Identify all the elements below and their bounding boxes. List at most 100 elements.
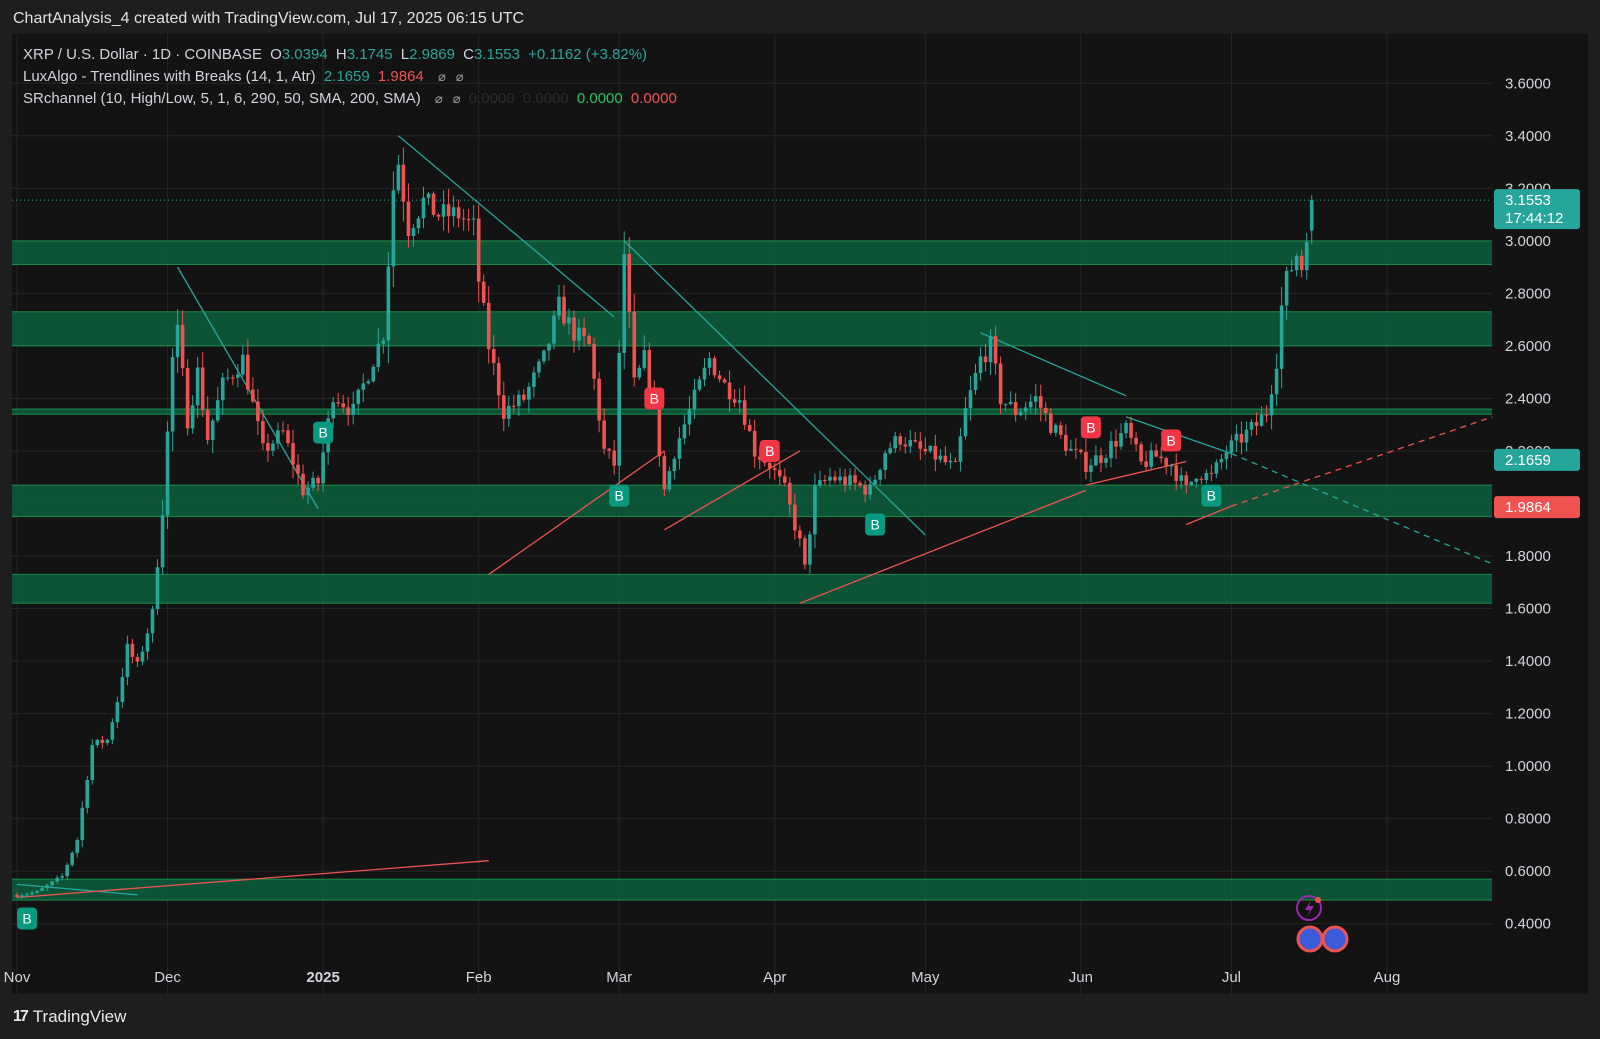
candle-body [963, 408, 968, 437]
candle-body [1023, 407, 1028, 412]
candle-body [1099, 455, 1103, 463]
candle-body [788, 482, 792, 505]
candle-body [195, 367, 200, 406]
candle-body [722, 379, 727, 383]
candle-body [677, 438, 682, 459]
break-marker-label: B [1207, 488, 1216, 504]
break-marker-7[interactable]: B [1161, 429, 1182, 452]
hide-icon-2[interactable]: ⌀ [456, 69, 464, 84]
candle-body [356, 389, 361, 404]
price-tick-label: 2.6000 [1505, 338, 1551, 355]
break-marker-6[interactable]: B [1080, 416, 1101, 439]
last-price-label[interactable]: 3.155317:44:12 [1494, 189, 1580, 230]
candle-28[interactable] [155, 559, 160, 615]
candle-body [1159, 456, 1163, 459]
indicator-2-value-4: 0.0000 [630, 90, 677, 107]
candle-11[interactable] [70, 851, 75, 868]
sr-zone-fill [12, 879, 1492, 901]
candle-body [547, 343, 551, 351]
legend-symbol: XRP / U.S. Dollar · 1D · COINBASE [23, 46, 262, 63]
candle-30[interactable] [165, 421, 170, 530]
candle-71[interactable] [371, 364, 376, 383]
candle-body [667, 470, 672, 490]
candle-body [80, 807, 85, 841]
candle-body [1059, 425, 1063, 435]
candle-body [225, 377, 230, 379]
tradingview-logo-icon: 17 [13, 1008, 29, 1025]
candle-body [747, 424, 752, 431]
candle-body [251, 389, 255, 402]
candle-body [140, 651, 145, 662]
candle-body [416, 218, 421, 229]
break-marker-3[interactable]: B [644, 387, 665, 410]
legend-open: 3.0394 [281, 46, 328, 63]
notification-dot-icon [1315, 897, 1321, 903]
candle-34[interactable] [185, 359, 190, 436]
candle-body [898, 436, 903, 445]
us-flag-event-icon-2[interactable] [1321, 925, 1349, 953]
hide-icon[interactable]: ⌀ [438, 69, 446, 84]
candle-body [301, 473, 305, 496]
candle-139[interactable] [712, 355, 717, 379]
break-marker-4[interactable]: B [759, 439, 780, 462]
candle-body [115, 702, 120, 723]
candle-body [1144, 461, 1148, 467]
candle-body [998, 363, 1003, 405]
candle-83[interactable] [431, 191, 436, 217]
candle-body [1043, 407, 1048, 414]
candle-body [271, 443, 275, 451]
legend-high: 3.1745 [346, 46, 393, 63]
candle-body [627, 253, 632, 312]
candle-body [1008, 401, 1013, 405]
candle-body [1179, 475, 1184, 481]
break-marker-8[interactable]: B [1201, 484, 1222, 507]
last-price-value: 3.1553 [1505, 192, 1551, 209]
break-marker-5[interactable]: B [865, 513, 886, 536]
candle-body [988, 336, 993, 363]
candle-body [1119, 433, 1123, 447]
candle-body [742, 400, 747, 425]
candle-body [1134, 437, 1138, 445]
candle-body [1224, 452, 1229, 459]
candle-body [1079, 449, 1083, 452]
candle-14[interactable] [85, 775, 90, 814]
candle-body [70, 852, 75, 865]
candle-15[interactable] [90, 739, 95, 785]
candle-body [928, 445, 933, 452]
candle-body [542, 350, 546, 362]
candle-body [1304, 242, 1309, 271]
candle-body [1089, 465, 1093, 472]
candle-body [1094, 455, 1098, 466]
break-marker-1[interactable]: B [313, 421, 334, 444]
legend-indicator-2[interactable]: SRchannel (10, High/Low, 5, 1, 6, 290, 5… [23, 90, 681, 107]
price-label-1[interactable]: 1.9864 [1494, 496, 1580, 519]
candle-body [953, 460, 958, 462]
legend-main[interactable]: XRP / U.S. Dollar · 1D · COINBASE O3.039… [23, 46, 651, 63]
candle-body [391, 190, 396, 267]
candle-body [848, 475, 852, 486]
legend-indicator-1[interactable]: LuxAlgo - Trendlines with Breaks (14, 1,… [23, 68, 468, 85]
candle-body [165, 431, 170, 516]
candle-body [281, 430, 285, 432]
candle-body [85, 779, 90, 808]
candle-107[interactable] [552, 310, 556, 350]
candle-body [321, 452, 325, 484]
candle-body [1013, 401, 1018, 416]
break-marker-0[interactable]: B [17, 907, 38, 930]
break-marker-label: B [1167, 432, 1176, 448]
price-label-0[interactable]: 2.1659 [1494, 448, 1580, 471]
price-chart[interactable]: BBBBBBBBB 3.60003.40003.20003.00002.8000… [0, 0, 1600, 1039]
sr-zone-0 [12, 240, 1492, 265]
break-marker-2[interactable]: B [609, 484, 630, 507]
candle-157[interactable] [803, 535, 807, 570]
candle-body [1069, 448, 1073, 451]
hide-icon-4[interactable]: ⌀ [453, 91, 461, 106]
candle-body [215, 400, 220, 421]
hide-icon-3[interactable]: ⌀ [435, 91, 443, 106]
candle-body [577, 327, 581, 341]
candle-body [1129, 422, 1133, 438]
tradingview-footer[interactable]: 17 TradingView [13, 1007, 126, 1027]
candle-body [346, 407, 351, 415]
us-flag-event-icon[interactable] [1296, 925, 1324, 953]
candle-body [1274, 368, 1279, 395]
